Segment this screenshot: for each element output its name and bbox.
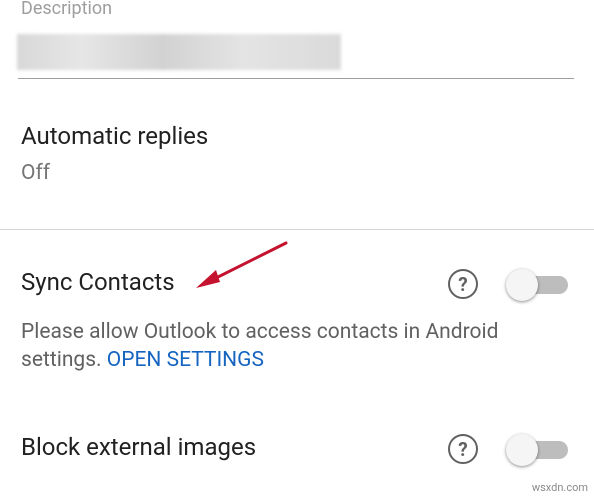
sync-contacts-title: Sync Contacts <box>21 268 175 296</box>
question-glyph: ? <box>458 437 468 461</box>
block-external-images-toggle[interactable] <box>506 434 568 466</box>
automatic-replies-title: Automatic replies <box>21 122 209 150</box>
toggle-thumb <box>506 269 538 301</box>
automatic-replies-value: Off <box>21 161 51 185</box>
question-circle-icon[interactable]: ? <box>448 269 478 299</box>
description-underline <box>18 78 574 79</box>
description-field[interactable] <box>17 34 341 70</box>
sync-contacts-note: Please allow Outlook to access contacts … <box>21 318 581 374</box>
open-settings-link[interactable]: OPEN SETTINGS <box>107 348 264 372</box>
description-label: Description <box>21 0 113 19</box>
block-external-images-title: Block external images <box>21 433 257 461</box>
settings-screen: Description Automatic replies Off Sync C… <box>0 0 594 496</box>
toggle-thumb <box>506 434 538 466</box>
annotation-arrow-icon <box>196 241 288 288</box>
sync-contacts-toggle[interactable] <box>506 269 568 301</box>
section-divider <box>0 229 594 230</box>
question-glyph: ? <box>458 272 468 296</box>
watermark: wsxdn.com <box>531 481 588 494</box>
question-circle-icon[interactable]: ? <box>448 434 478 464</box>
